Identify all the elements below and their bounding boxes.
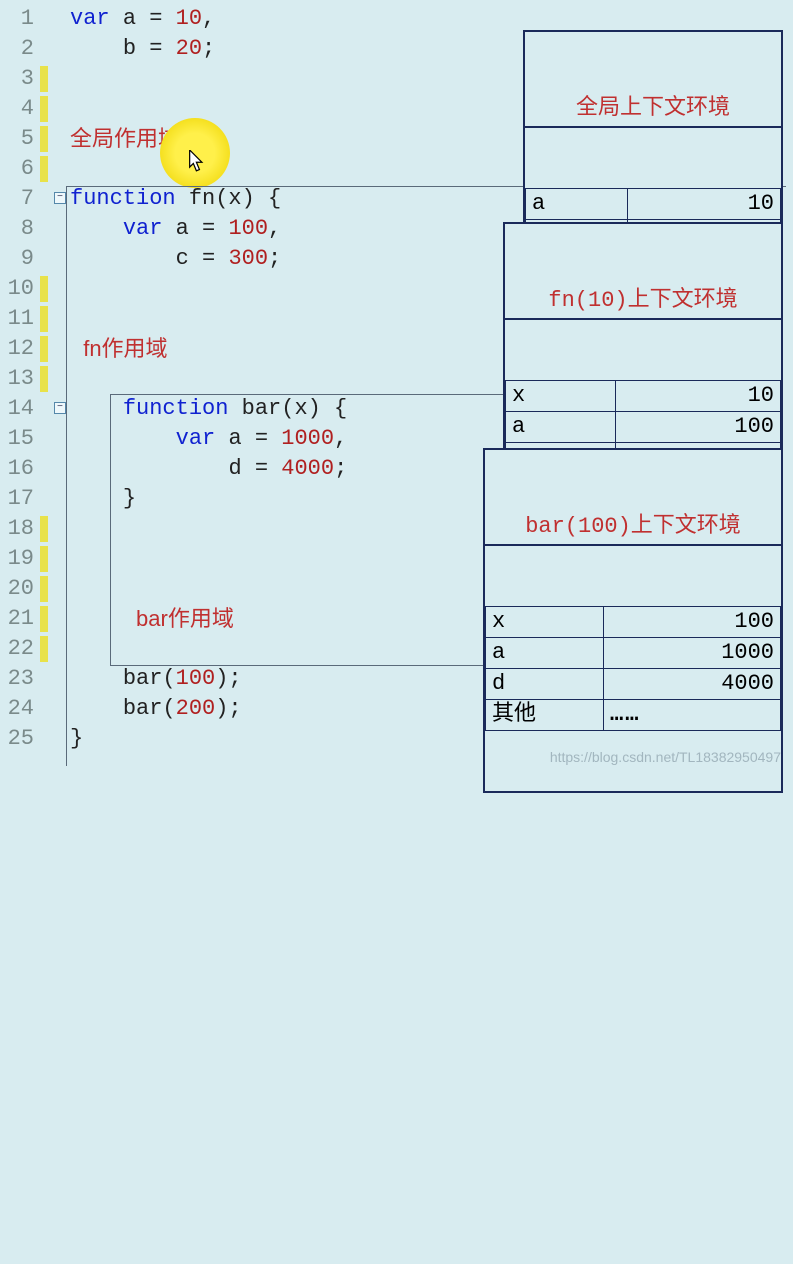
table-row: 其他……: [486, 700, 781, 731]
line-number: 6: [0, 154, 34, 184]
table-row: x10: [506, 381, 781, 412]
line-number: 23: [0, 664, 34, 694]
line-number: 20: [0, 574, 34, 604]
change-marker: [40, 276, 48, 302]
table-row: x100: [486, 607, 781, 638]
change-marker-column: [40, 0, 52, 773]
key-cell: x: [486, 607, 604, 638]
line-number: 14: [0, 394, 34, 424]
key-cell: a: [506, 412, 616, 443]
value-cell: 1000: [604, 638, 781, 669]
line-number: 17: [0, 484, 34, 514]
key-cell: a: [486, 638, 604, 669]
code-editor: 1234567891011121314151617181920212223242…: [0, 0, 793, 773]
line-number: 24: [0, 694, 34, 724]
code-area: var a = 10, b = 20;全局作用域function fn(x) {…: [70, 0, 793, 773]
line-number: 15: [0, 424, 34, 454]
value-cell: 10: [616, 381, 781, 412]
bar-context-table: bar(100)上下文环境 x100a1000d4000其他……: [483, 448, 783, 793]
line-number: 19: [0, 544, 34, 574]
fold-toggle-icon[interactable]: −: [54, 402, 66, 414]
change-marker: [40, 636, 48, 662]
table-row: d4000: [486, 669, 781, 700]
line-number: 11: [0, 304, 34, 334]
line-number: 13: [0, 364, 34, 394]
change-marker: [40, 96, 48, 122]
change-marker: [40, 336, 48, 362]
line-number: 12: [0, 334, 34, 364]
change-marker: [40, 546, 48, 572]
line-number: 2: [0, 34, 34, 64]
key-cell: 其他: [486, 700, 604, 731]
line-number: 25: [0, 724, 34, 754]
table-title: 全局上下文环境: [525, 92, 781, 128]
key-cell: a: [526, 189, 628, 220]
table-title: bar(100)上下文环境: [485, 510, 781, 546]
change-marker: [40, 306, 48, 332]
line-number: 18: [0, 514, 34, 544]
value-cell: ……: [604, 700, 781, 731]
line-number: 10: [0, 274, 34, 304]
line-number: 8: [0, 214, 34, 244]
change-marker: [40, 66, 48, 92]
line-number: 7: [0, 184, 34, 214]
watermark-text: https://blog.csdn.net/TL18382950497: [550, 749, 781, 765]
value-cell: 10: [628, 189, 781, 220]
fold-toggle-icon[interactable]: −: [54, 192, 66, 204]
value-cell: 100: [616, 412, 781, 443]
change-marker: [40, 516, 48, 542]
key-cell: d: [486, 669, 604, 700]
line-number: 3: [0, 64, 34, 94]
fold-column: −−: [52, 0, 70, 773]
change-marker: [40, 126, 48, 152]
table-row: a100: [506, 412, 781, 443]
value-cell: 100: [604, 607, 781, 638]
line-number: 5: [0, 124, 34, 154]
change-marker: [40, 366, 48, 392]
line-number: 16: [0, 454, 34, 484]
table-title: fn(10)上下文环境: [505, 284, 781, 320]
line-number: 1: [0, 4, 34, 34]
line-number: 9: [0, 244, 34, 274]
change-marker: [40, 156, 48, 182]
line-number: 22: [0, 634, 34, 664]
change-marker: [40, 576, 48, 602]
line-number: 21: [0, 604, 34, 634]
change-marker: [40, 606, 48, 632]
key-cell: x: [506, 381, 616, 412]
line-number: 4: [0, 94, 34, 124]
line-number-gutter: 1234567891011121314151617181920212223242…: [0, 0, 40, 773]
value-cell: 4000: [604, 669, 781, 700]
table-row: a10: [526, 189, 781, 220]
table-row: a1000: [486, 638, 781, 669]
